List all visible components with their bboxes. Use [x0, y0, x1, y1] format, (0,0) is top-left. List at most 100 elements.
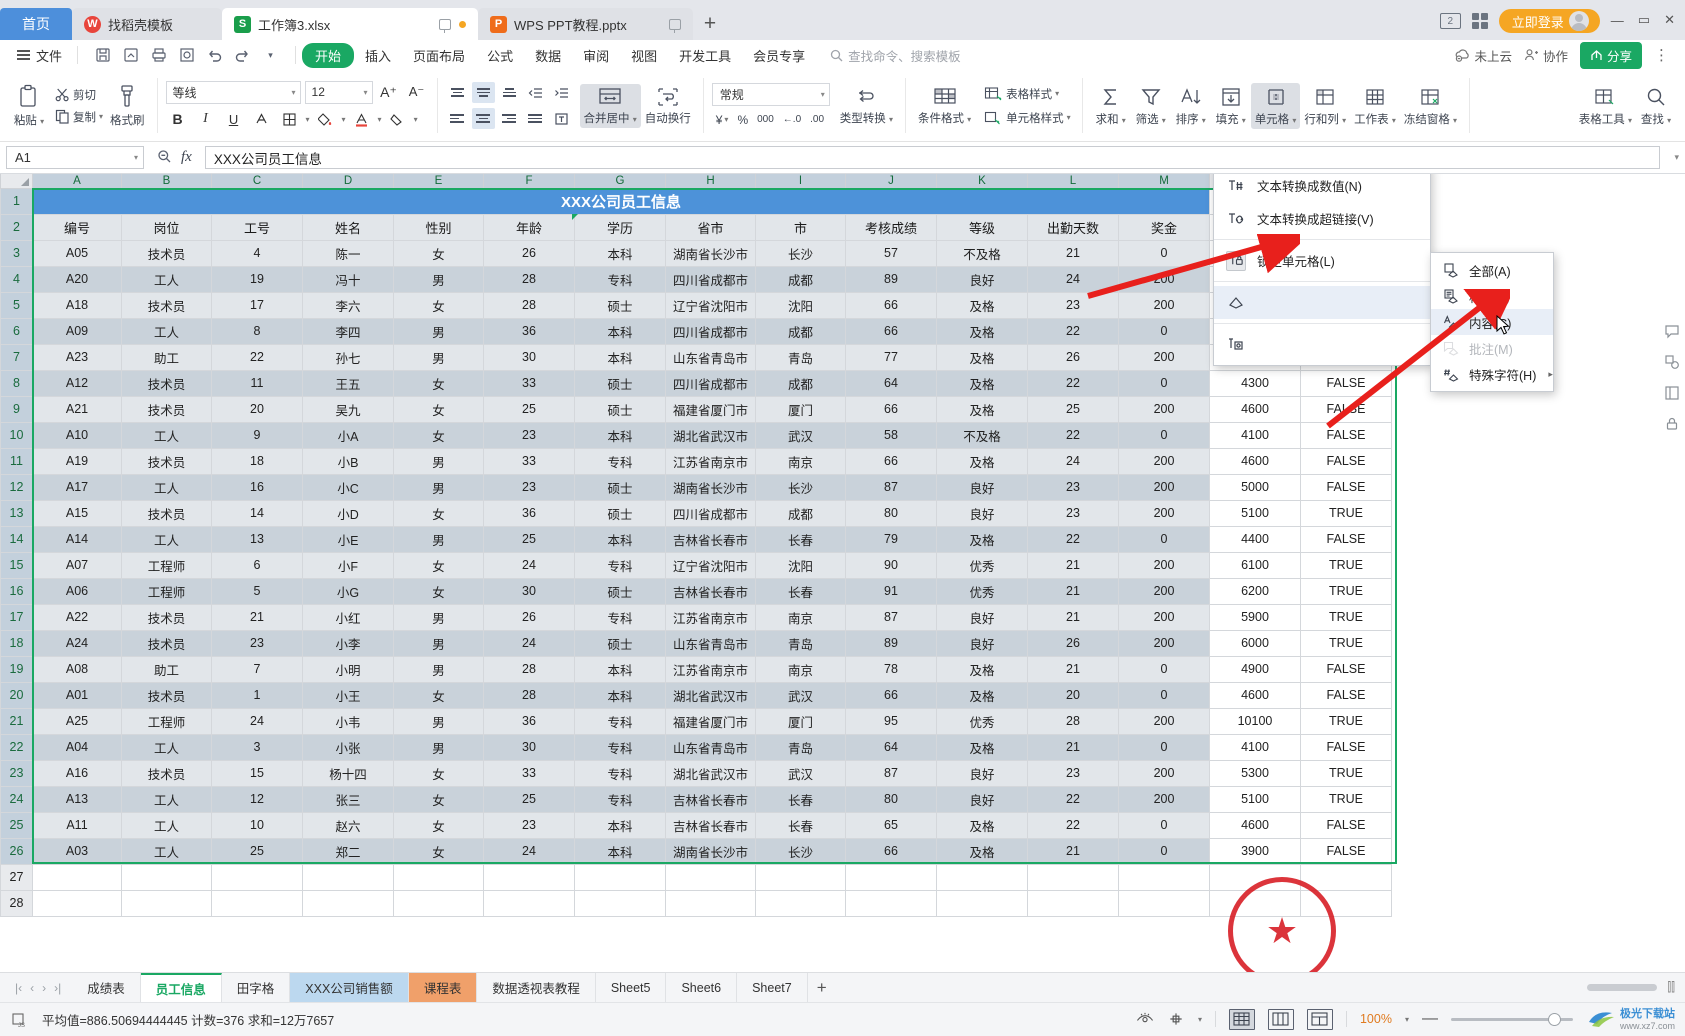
cell[interactable]: 及格 — [936, 369, 1028, 397]
minimize-icon[interactable]: — — [1611, 13, 1624, 28]
cell[interactable]: 0 — [1118, 421, 1210, 449]
cell[interactable]: 硕士 — [574, 499, 666, 527]
cell[interactable]: A04 — [32, 733, 122, 761]
cell[interactable]: 66 — [845, 681, 937, 709]
cell[interactable]: 0 — [1118, 733, 1210, 761]
js-macro-icon[interactable]: JS — [10, 1011, 28, 1029]
cell[interactable]: FALSE — [1300, 369, 1392, 397]
cell[interactable]: 23 — [483, 473, 575, 501]
submenu-item-format[interactable]: 格式(F) — [1431, 283, 1553, 309]
cell[interactable]: 成都 — [755, 317, 846, 345]
cell[interactable]: 湖南省长沙市 — [665, 473, 756, 501]
cell[interactable]: 王五 — [302, 369, 394, 397]
cell[interactable]: 25 — [483, 525, 575, 553]
cell[interactable]: 专科 — [574, 447, 666, 475]
cell[interactable]: A18 — [32, 291, 122, 319]
cell[interactable]: TRUE — [1300, 785, 1392, 813]
cell[interactable]: 李六 — [302, 291, 394, 319]
cell[interactable]: 及格 — [936, 681, 1028, 709]
column-title-cell[interactable]: 出勤天数 — [1027, 213, 1119, 241]
column-title-cell[interactable]: 省市 — [665, 213, 756, 241]
cell[interactable]: 四川省成都市 — [665, 369, 756, 397]
cell[interactable]: 200 — [1118, 551, 1210, 579]
sheet-tab-sheet6[interactable]: Sheet6 — [666, 972, 738, 1003]
zoom-caret-icon[interactable]: ▾ — [1405, 1015, 1409, 1024]
cell[interactable]: 小李 — [302, 629, 394, 657]
row-header-21[interactable]: 21 — [0, 707, 33, 735]
eye-icon[interactable] — [1136, 1010, 1154, 1028]
conditional-format-button[interactable]: 条件格式 ▾ — [914, 84, 975, 128]
increase-font-size-button[interactable]: A⁺ — [377, 81, 401, 104]
cell[interactable]: 女 — [393, 421, 484, 449]
new-tab-button[interactable]: + — [693, 8, 727, 40]
cell[interactable]: 23 — [211, 629, 303, 657]
cell[interactable]: 及格 — [936, 291, 1028, 319]
column-title-cell[interactable]: 姓名 — [302, 213, 394, 241]
cell[interactable]: 36 — [483, 499, 575, 527]
cell[interactable]: 山东省青岛市 — [665, 343, 756, 371]
cell[interactable]: 专科 — [574, 603, 666, 631]
cell[interactable]: 33 — [483, 447, 575, 475]
cell[interactable]: 23 — [483, 421, 575, 449]
cell[interactable]: 10100 — [1209, 707, 1301, 735]
cell[interactable]: 优秀 — [936, 577, 1028, 605]
cell[interactable]: 男 — [393, 707, 484, 735]
cell[interactable]: 13 — [211, 525, 303, 553]
cell[interactable]: 陈一 — [302, 239, 394, 267]
cell-dropdown-menu[interactable]: 文本转换成数值(N) 文本转换成超链接(V) 锁定单元格(L) — [1213, 174, 1431, 366]
formula-input[interactable]: XXX公司员工信息 — [204, 146, 1661, 169]
cell[interactable]: A19 — [32, 447, 122, 475]
cell[interactable]: 技术员 — [121, 603, 212, 631]
cell[interactable]: 7 — [211, 655, 303, 683]
cell[interactable]: 吉林省长春市 — [665, 525, 756, 553]
cell[interactable]: 21 — [1027, 577, 1119, 605]
number-format-select[interactable]: 常规 ▾ — [711, 82, 830, 106]
cell[interactable]: 200 — [1118, 291, 1210, 319]
last-sheet-icon[interactable]: ›| — [51, 981, 64, 995]
cell[interactable]: 工程师 — [121, 551, 212, 579]
borders-button[interactable] — [278, 108, 302, 131]
cell[interactable]: 小D — [302, 499, 394, 527]
cell[interactable]: 66 — [845, 317, 937, 345]
currency-format-button[interactable]: ¥ ▾ — [712, 111, 733, 129]
cell[interactable]: 福建省厦门市 — [665, 395, 756, 423]
document-tab-template[interactable]: W 找稻壳模板 — [72, 8, 222, 40]
row-header-13[interactable]: 13 — [0, 499, 33, 527]
row-header-8[interactable]: 8 — [0, 369, 33, 397]
close-icon[interactable]: ✕ — [1664, 12, 1675, 28]
font-size-select[interactable]: 12 ▾ — [304, 80, 373, 104]
cell[interactable]: 小明 — [302, 655, 394, 683]
format-panel-icon[interactable] — [1663, 384, 1681, 402]
cell[interactable]: A20 — [32, 265, 122, 293]
cell[interactable]: 22 — [211, 343, 303, 371]
cell[interactable]: A13 — [32, 785, 122, 813]
cell[interactable]: 成都 — [755, 369, 846, 397]
cell[interactable] — [483, 863, 575, 891]
cell[interactable]: 女 — [393, 785, 484, 813]
row-header-3[interactable]: 3 — [0, 239, 33, 267]
cell[interactable]: 技术员 — [121, 499, 212, 527]
text-direction-button[interactable] — [550, 108, 573, 129]
cell[interactable]: 南京 — [755, 603, 846, 631]
cell[interactable]: 26 — [1027, 343, 1119, 371]
zoom-level-label[interactable]: 100% — [1360, 1012, 1392, 1026]
cell[interactable]: 技术员 — [121, 447, 212, 475]
cell[interactable]: 技术员 — [121, 395, 212, 423]
cell[interactable]: 25 — [483, 785, 575, 813]
column-header-D[interactable]: D — [302, 174, 394, 189]
menu-item-lock-cell[interactable]: 锁定单元格(L) — [1214, 244, 1430, 277]
cell[interactable]: A11 — [32, 811, 122, 839]
print-icon[interactable] — [146, 44, 171, 66]
cell[interactable]: 4300 — [1209, 369, 1301, 397]
column-title-cell[interactable]: 等级 — [936, 213, 1028, 241]
cell[interactable]: 30 — [483, 733, 575, 761]
cell[interactable]: 女 — [393, 291, 484, 319]
cell[interactable]: 87 — [845, 603, 937, 631]
cell[interactable]: 36 — [483, 707, 575, 735]
horizontal-scrollbar[interactable] — [1587, 984, 1658, 991]
tab-formula[interactable]: 公式 — [476, 43, 524, 68]
row-header-28[interactable]: 28 — [0, 889, 33, 917]
cell[interactable]: 长春 — [755, 811, 846, 839]
cell[interactable]: 21 — [1027, 837, 1119, 865]
cell[interactable]: A10 — [32, 421, 122, 449]
